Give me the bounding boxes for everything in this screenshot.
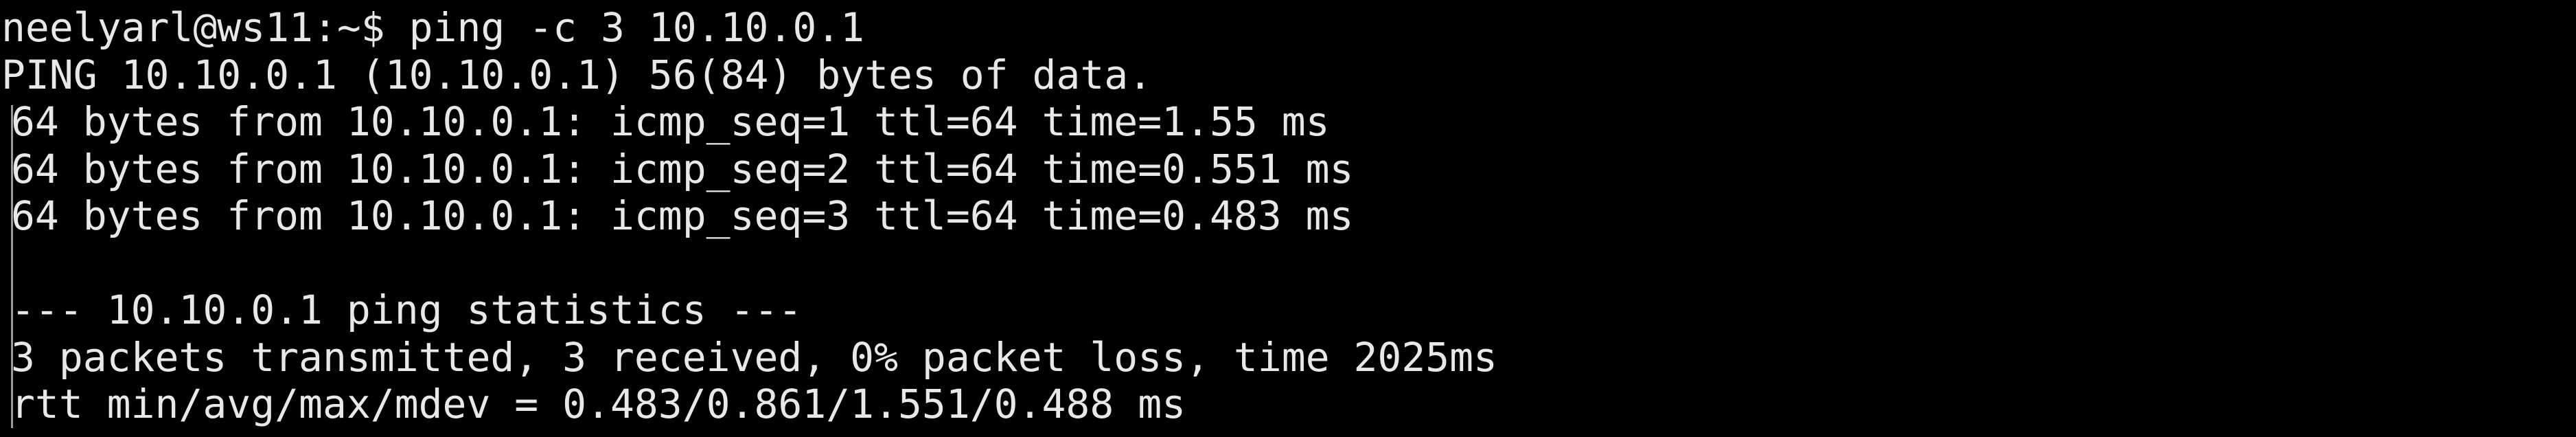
rtt-stats: rtt min/avg/max/mdev = 0.483/0.861/1.551… bbox=[1, 381, 2576, 428]
command-line: neelyarl@ws11:~$ ping -c 3 10.10.0.1 bbox=[1, 4, 2576, 52]
ping-reply-text: 64 bytes from 10.10.0.1: icmp_seq=2 ttl=… bbox=[11, 145, 1354, 192]
ping-reply: 64 bytes from 10.10.0.1: icmp_seq=3 ttl=… bbox=[1, 192, 2576, 240]
command-text: ping -c 3 10.10.0.1 bbox=[409, 4, 865, 51]
ping-reply-text: 64 bytes from 10.10.0.1: icmp_seq=1 ttl=… bbox=[11, 98, 1330, 145]
terminal-window[interactable]: neelyarl@ws11:~$ ping -c 3 10.10.0.1 PIN… bbox=[0, 0, 2576, 437]
text-selection-bar bbox=[11, 105, 13, 428]
stats-header-text: --- 10.10.0.1 ping statistics --- bbox=[11, 287, 803, 333]
rtt-stats-text: rtt min/avg/max/mdev = 0.483/0.861/1.551… bbox=[11, 381, 1186, 427]
stats-header: --- 10.10.0.1 ping statistics --- bbox=[1, 287, 2576, 334]
ping-reply: 64 bytes from 10.10.0.1: icmp_seq=2 ttl=… bbox=[1, 146, 2576, 193]
ping-reply-text: 64 bytes from 10.10.0.1: icmp_seq=3 ttl=… bbox=[11, 192, 1354, 239]
stats-summary: 3 packets transmitted, 3 received, 0% pa… bbox=[1, 334, 2576, 381]
ping-header-text: PING 10.10.0.1 (10.10.0.1) 56(84) bytes … bbox=[1, 51, 1153, 98]
ping-reply: 64 bytes from 10.10.0.1: icmp_seq=1 ttl=… bbox=[1, 98, 2576, 146]
shell-prompt: neelyarl@ws11:~$ bbox=[1, 4, 409, 51]
ping-header: PING 10.10.0.1 (10.10.0.1) 56(84) bytes … bbox=[1, 52, 2576, 99]
stats-summary-text: 3 packets transmitted, 3 received, 0% pa… bbox=[11, 333, 1497, 381]
